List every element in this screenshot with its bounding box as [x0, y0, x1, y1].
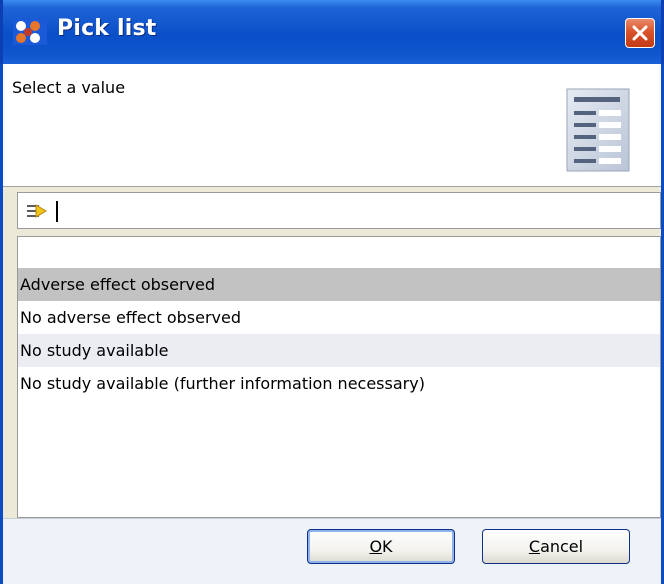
value-list[interactable]: Adverse effect observed No adverse effec… — [17, 236, 661, 518]
list-document-icon — [566, 88, 630, 172]
window-title: Pick list — [57, 16, 157, 41]
list-item-no-adverse-effect-observed[interactable]: No adverse effect observed — [18, 301, 660, 334]
filter-input[interactable] — [55, 197, 645, 223]
filter-arrow-icon — [27, 204, 47, 218]
header-label: Select a value — [12, 78, 126, 97]
close-icon — [632, 25, 648, 41]
pick-list-dialog: Pick list Select a value Adverse effect … — [0, 0, 664, 584]
list-item-no-study-further-info[interactable]: No study available (further information … — [18, 367, 660, 400]
dialog-header: Select a value — [3, 64, 661, 186]
header-divider-shade — [3, 187, 661, 190]
title-bar[interactable]: Pick list — [0, 0, 664, 64]
list-item-adverse-effect-observed[interactable]: Adverse effect observed — [18, 268, 660, 301]
app-logo-icon — [13, 19, 47, 45]
cancel-button[interactable]: Cancel — [482, 529, 630, 564]
text-caret — [56, 201, 58, 222]
filter-field[interactable] — [17, 192, 661, 229]
close-button[interactable] — [625, 18, 655, 48]
ok-button[interactable]: OK — [307, 529, 455, 564]
list-item-no-study-available[interactable]: No study available — [18, 334, 660, 367]
